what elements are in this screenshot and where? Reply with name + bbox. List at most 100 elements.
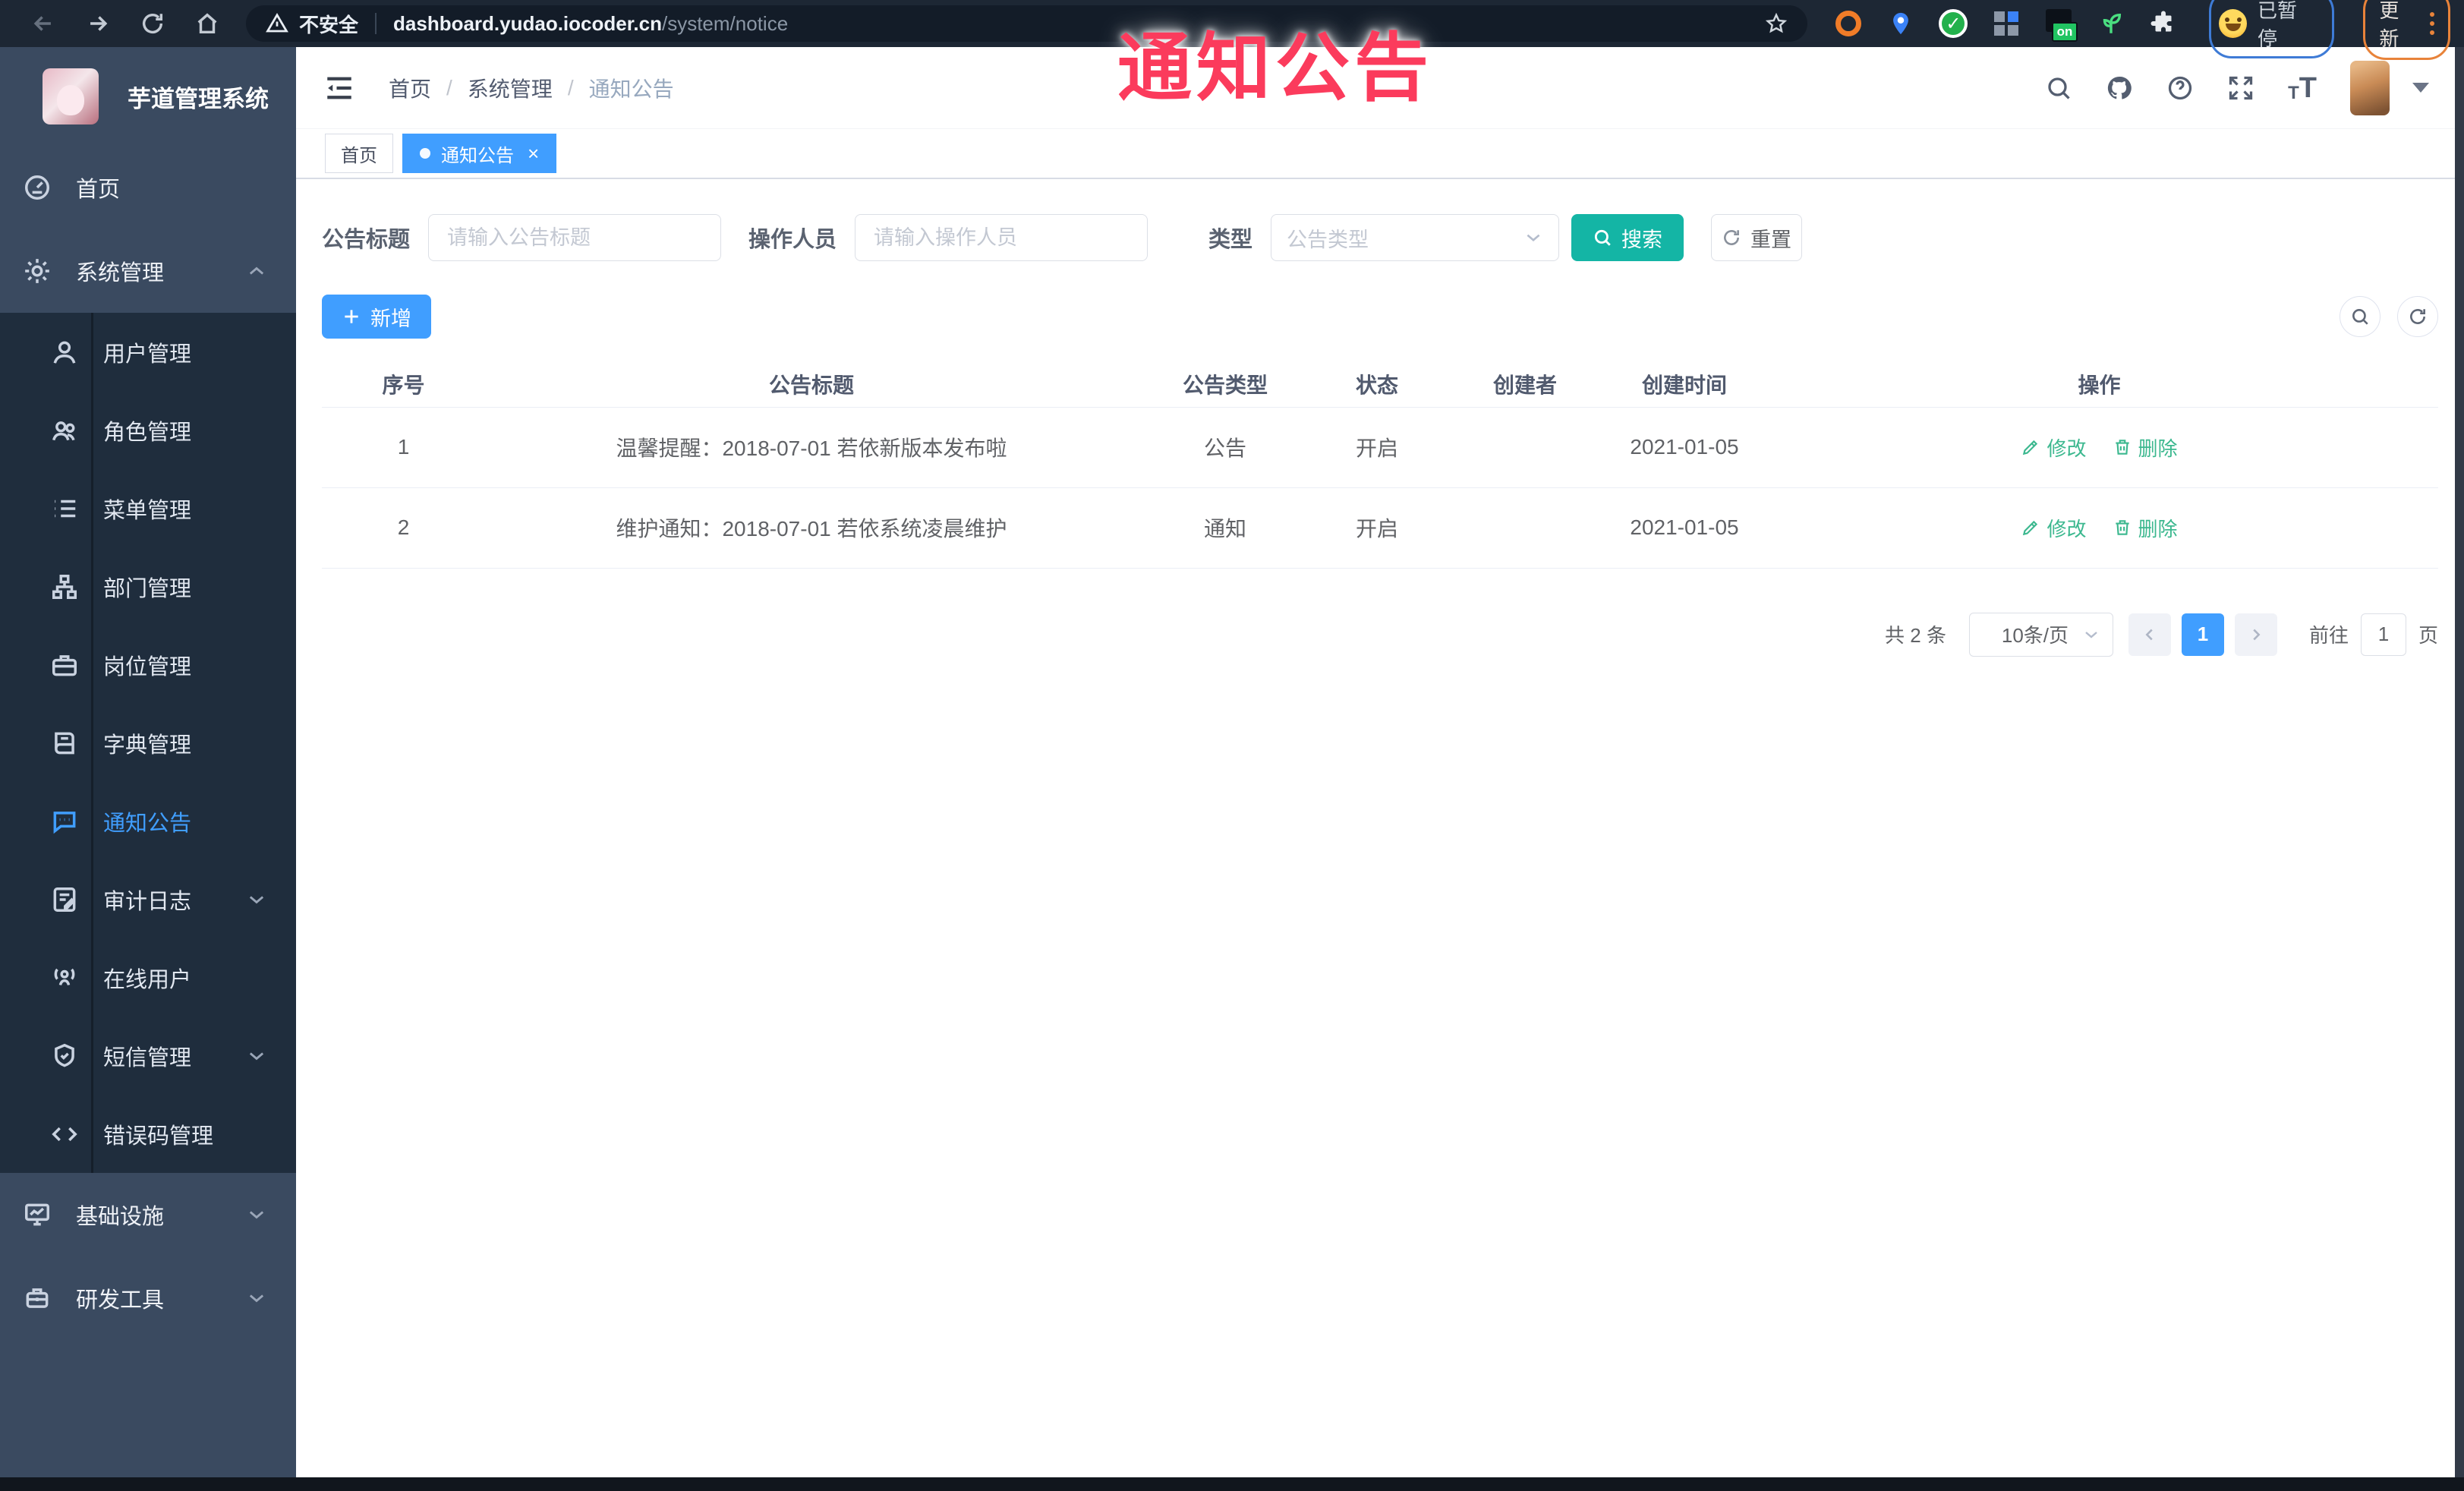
plus-icon — [345, 310, 358, 323]
tab-home[interactable]: 首页 — [325, 134, 393, 173]
sidebar-item-dev-tools[interactable]: 研发工具 — [0, 1256, 296, 1340]
bookmark-star-icon[interactable] — [1765, 12, 1788, 35]
chevron-down-icon — [1527, 234, 1540, 241]
notice-type-select[interactable]: 公告类型 — [1271, 214, 1560, 261]
system-submenu: 用户管理 角色管理 菜单管理 部门管理 岗位管理 字典管理 通知公告 审计日志 … — [0, 313, 296, 1173]
sidebar-item-roles[interactable]: 角色管理 — [0, 391, 296, 469]
address-bar[interactable]: 不安全 dashboard.yudao.iocoder.cn/system/no… — [246, 5, 1808, 42]
user-avatar[interactable] — [2350, 60, 2390, 115]
back-icon[interactable] — [30, 11, 56, 36]
edit-icon — [2023, 440, 2038, 455]
toggle-search-button[interactable] — [2340, 296, 2381, 337]
fullscreen-icon[interactable] — [2227, 74, 2254, 102]
search-button[interactable]: 搜索 — [1571, 214, 1684, 261]
app-logo[interactable]: 芋道管理系统 — [0, 47, 296, 146]
refresh-icon — [1724, 230, 1740, 245]
sidebar-item-posts[interactable]: 岗位管理 — [0, 626, 296, 704]
window-scrollbar[interactable] — [2455, 47, 2464, 1477]
on-badge: on — [2051, 22, 2078, 42]
delete-button[interactable]: 删除 — [2113, 514, 2178, 542]
sidebar-item-error-codes[interactable]: 错误码管理 — [0, 1095, 296, 1173]
window-bottom-edge — [0, 1477, 2464, 1491]
next-page-button[interactable] — [2234, 613, 2277, 656]
edit-button[interactable]: 修改 — [2021, 514, 2087, 542]
edit-button[interactable]: 修改 — [2021, 433, 2087, 462]
chevron-right-icon — [2253, 629, 2261, 640]
filter-type-label: 类型 — [1208, 228, 1253, 252]
help-icon[interactable] — [2166, 74, 2194, 102]
home-icon[interactable] — [194, 11, 220, 36]
cell-created: 2021-01-05 — [1609, 407, 1760, 488]
goto-page-input[interactable] — [2360, 613, 2406, 656]
monitor-icon — [25, 1203, 49, 1226]
sidebar-item-notices[interactable]: 通知公告 — [0, 782, 296, 860]
forward-icon[interactable] — [85, 11, 111, 36]
browser-update-button[interactable]: 更新 — [2363, 0, 2450, 60]
sidebar-item-users[interactable]: 用户管理 — [0, 313, 296, 391]
notices-table: 序号 公告标题 公告类型 状态 创建者 创建时间 操作 1 温馨提醒：2018- — [322, 361, 2438, 569]
chevron-down-icon — [249, 1051, 264, 1060]
refresh-table-button[interactable] — [2397, 296, 2438, 337]
table-header-row: 序号 公告标题 公告类型 状态 创建者 创建时间 操作 — [322, 361, 2438, 408]
breadcrumb-system[interactable]: 系统管理 — [468, 73, 553, 103]
extension-orange-icon[interactable] — [1833, 8, 1863, 39]
extensions-puzzle-icon[interactable] — [2149, 8, 2179, 39]
breadcrumb-separator: / — [567, 75, 574, 99]
user-icon — [53, 341, 76, 364]
extension-on-icon[interactable]: on — [2043, 8, 2078, 42]
sidebar-item-infrastructure[interactable]: 基础设施 — [0, 1173, 296, 1256]
collapse-menu-icon[interactable] — [323, 72, 355, 104]
app-window: 芋道管理系统 首页 系统管理 用户管理 角色管理 菜单管理 部门管理 岗位管理 … — [0, 47, 2464, 1477]
chevron-down-icon — [249, 1211, 264, 1219]
update-label: 更新 — [2379, 0, 2399, 50]
app-title: 芋道管理系统 — [128, 85, 269, 112]
extension-leaf-icon[interactable] — [2096, 8, 2125, 39]
trash-icon — [2115, 520, 2129, 535]
browser-menu-icon[interactable] — [2429, 12, 2434, 35]
screen: 不安全 dashboard.yudao.iocoder.cn/system/no… — [0, 0, 2464, 1491]
emoji-avatar-icon — [2218, 9, 2248, 38]
page-unit-label: 页 — [2418, 624, 2438, 647]
chevron-left-icon — [2145, 629, 2153, 640]
delete-button[interactable]: 删除 — [2113, 433, 2178, 462]
browser-nav — [0, 11, 246, 36]
breadcrumb-home[interactable]: 首页 — [389, 73, 431, 103]
search-icon[interactable] — [2045, 74, 2072, 102]
filter-operator-label: 操作人员 — [748, 228, 837, 252]
chevron-down-icon — [2085, 631, 2097, 638]
sidebar-item-dicts[interactable]: 字典管理 — [0, 704, 296, 782]
sidebar-item-menus[interactable]: 菜单管理 — [0, 469, 296, 547]
filter-title-label: 公告标题 — [322, 228, 411, 252]
sidebar-item-online-users[interactable]: 在线用户 — [0, 938, 296, 1017]
sidebar-item-departments[interactable]: 部门管理 — [0, 547, 296, 626]
tab-close-icon[interactable]: × — [528, 142, 539, 165]
prev-page-button[interactable] — [2128, 613, 2171, 656]
refresh-icon — [2410, 309, 2425, 324]
sidebar-item-system[interactable]: 系统管理 — [0, 229, 296, 313]
extension-grid-icon[interactable] — [1991, 8, 2021, 39]
sidebar-item-home[interactable]: 首页 — [0, 146, 296, 229]
edit-icon — [2023, 520, 2038, 536]
avatar-caret-down-icon[interactable] — [2412, 83, 2429, 93]
extension-pin-icon[interactable] — [1886, 8, 1916, 39]
chevron-down-icon — [249, 1294, 264, 1303]
cell-title: 维护通知：2018-07-01 若依系统凌晨维护 — [485, 487, 1138, 569]
extension-green-check-icon[interactable]: ✓ — [1939, 8, 1968, 39]
reset-button[interactable]: 重置 — [1711, 214, 1803, 261]
github-icon[interactable] — [2106, 74, 2133, 102]
page-number-button[interactable]: 1 — [2181, 613, 2224, 656]
search-icon — [2352, 309, 2368, 325]
chevron-down-icon — [249, 895, 264, 903]
sidebar-item-sms[interactable]: 短信管理 — [0, 1017, 296, 1095]
dashboard-icon — [25, 175, 49, 200]
add-button[interactable]: 新增 — [322, 295, 431, 339]
page-size-select[interactable]: 10条/页 — [1968, 612, 2113, 657]
code-icon — [52, 1127, 77, 1141]
sidebar-item-audit-log[interactable]: 审计日志 — [0, 860, 296, 938]
operator-input[interactable] — [855, 214, 1149, 261]
tab-notices[interactable]: 通知公告 × — [402, 134, 557, 173]
font-size-icon[interactable]: TT — [2288, 74, 2317, 102]
refresh-icon[interactable] — [140, 11, 165, 36]
paused-badge[interactable]: 已暂停 — [2208, 0, 2335, 58]
notice-title-input[interactable] — [428, 214, 722, 261]
